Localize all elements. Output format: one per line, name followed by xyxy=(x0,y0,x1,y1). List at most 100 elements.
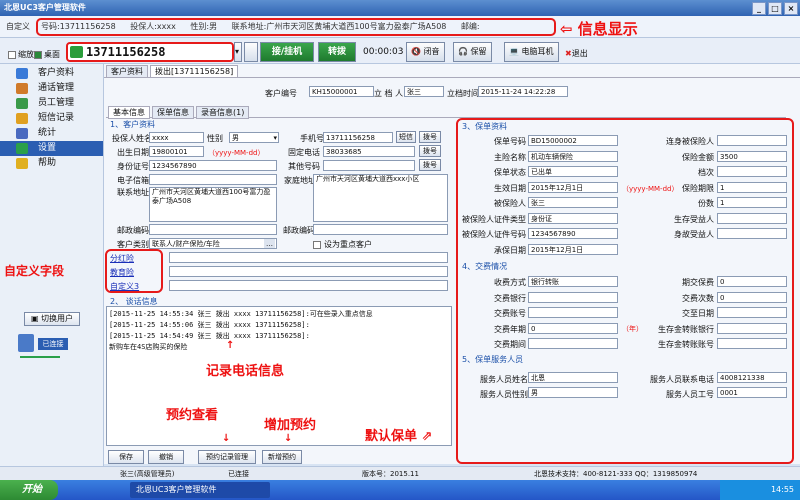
email-field[interactable] xyxy=(149,174,277,185)
close-icon[interactable]: × xyxy=(784,2,798,15)
policy-field[interactable]: 张三 xyxy=(528,197,618,208)
info-phone: 号码:13711156258 xyxy=(41,22,116,31)
agent-no-field[interactable]: 0001 xyxy=(717,387,787,398)
zip-field[interactable] xyxy=(149,224,277,235)
agent-phone-field[interactable]: 4008121338 xyxy=(717,372,787,383)
payment-field[interactable] xyxy=(528,291,618,303)
contact-address-field[interactable]: 广州市天河区黄埔大道西100号富力盈泰广场A508 xyxy=(149,187,277,222)
tab-recording-info[interactable]: 录音信息(1) xyxy=(196,106,250,119)
agent-gender-field[interactable]: 男 xyxy=(528,387,618,398)
custom-field-3[interactable] xyxy=(169,280,448,291)
sidebar-item-sms[interactable]: 短信记录 xyxy=(0,111,103,126)
payment-field[interactable] xyxy=(528,307,618,318)
undo-button[interactable]: 撤销 xyxy=(148,450,184,464)
minimize-icon[interactable]: _ xyxy=(752,2,766,15)
new-appointment-button[interactable]: 新增预约 xyxy=(262,450,302,464)
birth-field[interactable]: 19800101 xyxy=(149,146,204,157)
policy-field[interactable]: 身份证 xyxy=(528,212,618,224)
minimize-checkbox[interactable]: 缩放 xyxy=(8,49,34,60)
hold-button[interactable]: 🎧 保留 xyxy=(453,42,492,62)
dial-button-other[interactable]: 拨号 xyxy=(419,159,441,171)
payment-field[interactable] xyxy=(717,322,787,334)
id-field[interactable]: 1234567890 xyxy=(149,160,277,171)
dial-button-mobile[interactable]: 拨号 xyxy=(419,131,441,143)
sidebar-item-stats[interactable]: 统计 xyxy=(0,126,103,141)
payment-field[interactable]: 0 xyxy=(528,322,618,334)
dial-button-landline[interactable]: 拨号 xyxy=(419,145,441,157)
sidebar-item-help[interactable]: 帮助 xyxy=(0,156,103,171)
policy-field[interactable] xyxy=(717,166,787,177)
sidebar-item-staff[interactable]: 员工管理 xyxy=(0,96,103,111)
keypad-icon[interactable] xyxy=(244,42,258,62)
hangup-button[interactable]: 接/挂机 xyxy=(260,42,314,62)
policy-field[interactable]: BD15000002 xyxy=(528,135,618,146)
custom-field-1[interactable] xyxy=(169,252,448,263)
customer-section-title: 1、客户资料 xyxy=(110,120,156,129)
taskbar-app-button[interactable]: 北恩UC3客户管理软件 xyxy=(130,482,270,498)
connection-status: 已连接 xyxy=(38,338,68,350)
policy-field[interactable]: 1234567890 xyxy=(528,228,618,239)
transfer-button[interactable]: 转拨 xyxy=(318,42,356,62)
file-time-field[interactable]: 2015-11-24 14:22:28 xyxy=(478,86,568,97)
agent-name-field[interactable]: 北恩 xyxy=(528,372,618,383)
payment-field[interactable] xyxy=(717,307,787,318)
zip2-field[interactable] xyxy=(313,224,448,235)
landline-field[interactable]: 38033685 xyxy=(323,146,415,157)
sidebar-item-settings[interactable]: 设置 xyxy=(0,141,103,156)
desktop-checkbox[interactable]: 桌面 xyxy=(34,49,60,60)
phone-dropdown[interactable]: ▾ xyxy=(234,42,242,62)
sms-button[interactable]: 短信 xyxy=(396,131,416,143)
custom-field-link-3[interactable]: 自定义3 xyxy=(110,281,139,292)
save-button[interactable]: 保存 xyxy=(108,450,144,464)
mute-button[interactable]: 🔇 闭音 xyxy=(406,42,445,62)
sidebar-item-customer[interactable]: 客户资料 xyxy=(0,66,103,81)
custom-field-link-1[interactable]: 分红险 xyxy=(110,253,134,264)
policy-field[interactable]: 2015年12月1日 xyxy=(528,243,618,255)
key-customer-label: 设为重点客户 xyxy=(324,240,372,249)
connection-bar xyxy=(20,356,60,358)
payment-field[interactable]: 0 xyxy=(717,291,787,303)
mobile-field[interactable]: 13711156258 xyxy=(323,132,393,143)
custom-field-2[interactable] xyxy=(169,266,448,277)
key-customer-checkbox[interactable]: 设为重点客户 xyxy=(313,239,372,250)
policy-field[interactable] xyxy=(717,212,787,224)
appointment-manage-button[interactable]: 预约记录管理 xyxy=(198,450,256,464)
category-field[interactable]: 联系人/财产保险/车险… xyxy=(149,238,277,249)
sidebar-item-label: 统计 xyxy=(38,128,57,138)
arrow-down-icon: ↓ xyxy=(222,433,231,444)
home-address-field[interactable]: 广州市天河区黄埔大道西xxx小区 xyxy=(313,174,448,222)
policy-field[interactable]: 1 xyxy=(717,197,787,208)
tab-basic-info[interactable]: 基本信息 xyxy=(108,106,150,119)
policy-field[interactable] xyxy=(717,228,787,239)
policy-field[interactable]: 已出单 xyxy=(528,166,618,177)
exit-button[interactable]: ✖退出 xyxy=(565,48,588,59)
payment-field[interactable] xyxy=(528,338,618,349)
policy-field[interactable]: 1 xyxy=(717,181,787,193)
tab-call-out[interactable]: 拨出[13711156258] xyxy=(150,65,239,78)
gender-select[interactable]: 男 ▾ xyxy=(229,132,279,143)
sidebar-item-calls[interactable]: 通话管理 xyxy=(0,81,103,96)
policy-field[interactable] xyxy=(717,135,787,146)
other-phone-field[interactable] xyxy=(323,160,415,171)
insured-name-field[interactable]: xxxx xyxy=(149,132,204,143)
payment-field[interactable]: 银行转账 xyxy=(528,276,618,287)
start-button[interactable]: 开始 xyxy=(0,480,58,500)
maximize-icon[interactable]: □ xyxy=(768,2,782,15)
custom-menu[interactable]: 自定义 xyxy=(6,16,30,38)
policy-field[interactable]: 机动车辆保险 xyxy=(528,150,618,162)
custom-field-link-2[interactable]: 教育险 xyxy=(110,267,134,278)
policy-label: 被保险人证件类型 xyxy=(462,214,526,224)
policy-field[interactable]: 3500 xyxy=(717,150,787,162)
tab-policy-info[interactable]: 保单信息 xyxy=(152,106,194,119)
policy-field[interactable]: 2015年12月1日 xyxy=(528,181,618,193)
filer-field[interactable]: 张三 xyxy=(404,86,444,97)
customer-no-field[interactable]: KH15000001 xyxy=(309,86,374,97)
payment-field[interactable] xyxy=(717,338,787,349)
tab-customer[interactable]: 客户资料 xyxy=(106,65,148,78)
switch-user-button[interactable]: ▣ 切换用户 xyxy=(24,312,80,326)
payment-field[interactable]: 0 xyxy=(717,276,787,287)
phone-number-input[interactable]: 13711156258 xyxy=(66,42,234,62)
headset-button[interactable]: 💻 电脑耳机 xyxy=(504,42,559,62)
more-icon[interactable]: … xyxy=(264,239,275,248)
info-email: 邮编: xyxy=(460,22,480,31)
